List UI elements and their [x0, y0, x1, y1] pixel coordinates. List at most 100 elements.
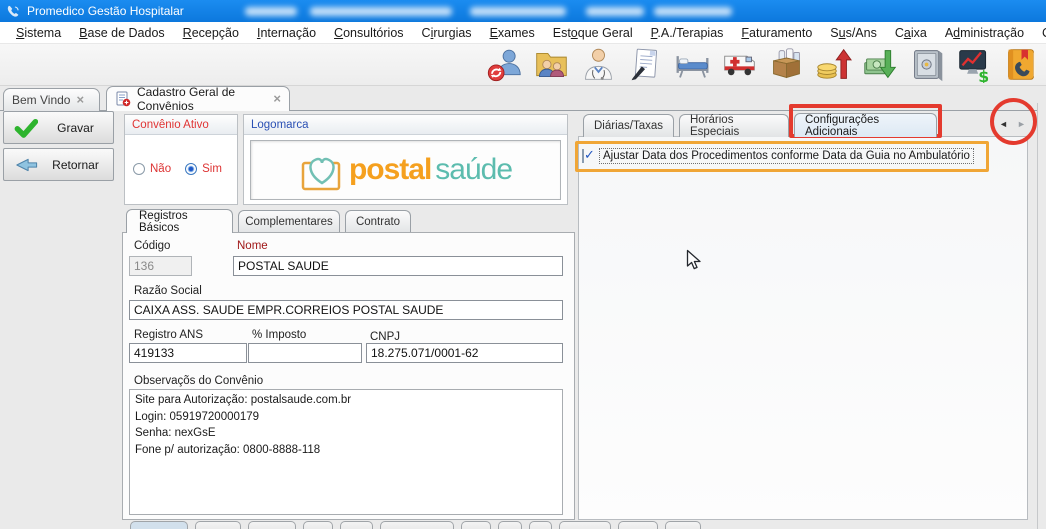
observacoes-label: Observaçõs do Convênio: [134, 375, 263, 387]
tab-horarios-especiais[interactable]: Horários Especiais: [679, 114, 789, 137]
panel-splitter[interactable]: [1037, 103, 1038, 529]
convenio-ativo-group: Convênio Ativo Não Sim: [124, 114, 238, 205]
check-icon: [14, 117, 38, 139]
bottom-tab-stub[interactable]: [559, 521, 611, 529]
tab-label: Registros Básicos: [139, 210, 220, 234]
tab-complementares[interactable]: Complementares: [238, 210, 340, 233]
tab-cadastro-geral-convenios[interactable]: Cadastro Geral de Convênios ×: [106, 86, 290, 111]
tab-label: Diárias/Taxas: [594, 120, 663, 132]
tab-label: Bem Vindo: [12, 93, 70, 107]
radio-circle: [133, 163, 145, 175]
menu-caixa[interactable]: Caixa: [887, 24, 935, 42]
tab-configuracoes-adicionais[interactable]: Configurações Adicionais: [794, 113, 937, 137]
menu-base-de-dados[interactable]: Base de Dados: [71, 24, 172, 42]
bottom-tab-stub[interactable]: [130, 521, 188, 529]
menu-exames[interactable]: Exames: [482, 24, 543, 42]
app-phone-icon: [6, 4, 21, 19]
observacoes-field[interactable]: Site para Autorização: postalsaude.com.b…: [129, 389, 563, 515]
menu-cirurgias[interactable]: Cirurgias: [414, 24, 480, 42]
bottom-tab-stub[interactable]: [461, 521, 491, 529]
bottom-tab-stub[interactable]: [498, 521, 522, 529]
codigo-label: Código: [134, 240, 170, 252]
nome-label: Nome: [237, 240, 268, 252]
radio-nao[interactable]: Não: [133, 163, 171, 175]
logo-text-saude: saúde: [435, 153, 512, 187]
patient-folder-icon[interactable]: [531, 45, 571, 85]
retornar-label: Retornar: [48, 158, 103, 172]
menu-pa-terapias[interactable]: P.A./Terapias: [643, 24, 732, 42]
nome-field[interactable]: [233, 256, 563, 276]
logomarca-image: postal saúde: [250, 140, 561, 200]
tab-bem-vindo[interactable]: Bem Vindo ×: [3, 88, 100, 111]
money-down-icon[interactable]: [860, 45, 900, 85]
imposto-field[interactable]: [248, 343, 362, 363]
menu-custo[interactable]: Custo: [1034, 24, 1046, 42]
contract-document-icon[interactable]: [625, 45, 665, 85]
sync-contacts-icon[interactable]: [484, 45, 524, 85]
radio-nao-label: Não: [150, 163, 171, 175]
arrow-left-icon: [14, 155, 38, 175]
bottom-tab-stub[interactable]: [195, 521, 241, 529]
app-window: Promedico Gestão Hospitalar Sistema Base…: [0, 0, 1046, 529]
hospital-bed-icon[interactable]: [672, 45, 712, 85]
bottom-tab-stub[interactable]: [529, 521, 552, 529]
gravar-label: Gravar: [48, 121, 103, 135]
menu-administracao[interactable]: Administração: [937, 24, 1032, 42]
bottom-tab-stub[interactable]: [665, 521, 701, 529]
tab-registros-basicos[interactable]: Registros Básicos: [126, 209, 233, 233]
menu-consultorios[interactable]: Consultórios: [326, 24, 411, 42]
menu-recepcao[interactable]: Recepção: [175, 24, 247, 42]
envelope-heart-icon: [299, 151, 345, 193]
logomarca-group: Logomarca postal saúde: [243, 114, 568, 205]
tool-bar: $: [0, 44, 1046, 86]
svg-text:$: $: [978, 67, 989, 83]
close-icon[interactable]: ×: [273, 94, 281, 104]
logo-text-postal: postal: [349, 153, 431, 187]
redacted-text: [470, 7, 566, 16]
bottom-tab-stub[interactable]: [303, 521, 333, 529]
window-title: Promedico Gestão Hospitalar: [27, 4, 184, 18]
title-bar: Promedico Gestão Hospitalar: [0, 0, 1046, 22]
tab-label: Cadastro Geral de Convênios: [137, 85, 267, 113]
bottom-tab-row: [130, 521, 701, 529]
razao-social-field[interactable]: [129, 300, 563, 320]
imposto-label: % Imposto: [252, 329, 306, 341]
doctor-icon[interactable]: [578, 45, 618, 85]
menu-faturamento[interactable]: Faturamento: [733, 24, 820, 42]
revenue-up-icon[interactable]: [813, 45, 853, 85]
cnpj-field[interactable]: [366, 343, 563, 363]
phone-directory-icon[interactable]: [1001, 45, 1041, 85]
tab-contrato[interactable]: Contrato: [345, 210, 411, 233]
tab-diarias-taxas[interactable]: Diárias/Taxas: [583, 114, 674, 137]
bottom-tab-stub[interactable]: [380, 521, 454, 529]
retornar-button[interactable]: Retornar: [3, 148, 114, 181]
convenio-ativo-caption: Convênio Ativo: [125, 115, 237, 135]
codigo-field[interactable]: [129, 256, 192, 276]
gravar-button[interactable]: Gravar: [3, 111, 114, 144]
annotation-red-circle: [990, 98, 1037, 145]
logomarca-caption: Logomarca: [244, 115, 567, 135]
bottom-tab-stub[interactable]: [340, 521, 373, 529]
close-icon[interactable]: ×: [76, 95, 84, 105]
redacted-text: [245, 7, 297, 16]
menu-sistema[interactable]: Sistema: [8, 24, 69, 42]
menu-sus-ans[interactable]: Sus/Ans: [822, 24, 885, 42]
ambulance-icon[interactable]: [719, 45, 759, 85]
menu-bar: Sistema Base de Dados Recepção Internaçã…: [0, 22, 1046, 44]
redacted-text: [654, 7, 732, 16]
registro-ans-field[interactable]: [129, 343, 247, 363]
safe-vault-icon[interactable]: [907, 45, 947, 85]
menu-estoque-geral[interactable]: Estoque Geral: [545, 24, 641, 42]
registros-basicos-panel: Código Nome Razão Social Registro ANS % …: [122, 232, 575, 520]
radio-circle: [185, 163, 197, 175]
menu-internacao[interactable]: Internação: [249, 24, 324, 42]
registro-ans-label: Registro ANS: [134, 329, 203, 341]
stock-box-icon[interactable]: [766, 45, 806, 85]
redacted-text: [310, 7, 452, 16]
bottom-tab-stub[interactable]: [618, 521, 658, 529]
bottom-tab-stub[interactable]: [248, 521, 296, 529]
finance-monitor-icon[interactable]: $: [954, 45, 994, 85]
radio-sim[interactable]: Sim: [185, 163, 222, 175]
razao-social-label: Razão Social: [134, 285, 202, 297]
tab-label: Horários Especiais: [690, 114, 778, 138]
